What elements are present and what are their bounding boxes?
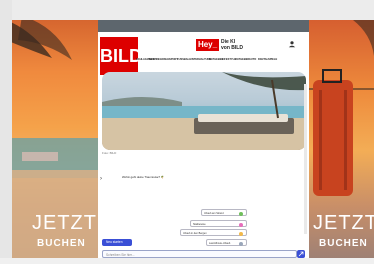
chat-input[interactable]: Schreiben Sie hier... xyxy=(102,250,297,258)
suggestion-label: Urlaub am Strand xyxy=(204,212,224,215)
image-caption: Foto: BILD xyxy=(102,151,117,155)
ad-left-headline: JETZT xyxy=(32,212,97,234)
hey-logo[interactable]: Hey_ xyxy=(196,39,219,51)
ad-right-cta: BUCHEN xyxy=(319,238,368,249)
ad-banner-right[interactable]: JETZT BUCHEN xyxy=(309,20,374,258)
plane-icon xyxy=(239,241,243,246)
suggestion-label: Städtereise xyxy=(193,223,206,226)
nav-item[interactable]: RATGEBER xyxy=(235,58,249,61)
ad-banner-left[interactable]: JETZT BUCHEN xyxy=(12,20,98,258)
scrollbar[interactable] xyxy=(304,84,307,234)
ad-right-headline: JETZT xyxy=(313,212,374,234)
account-icon[interactable] xyxy=(288,40,296,48)
palm-icon xyxy=(239,211,243,216)
nav-item[interactable]: REGIONAL xyxy=(156,58,170,61)
bild-logo[interactable]: BILD xyxy=(100,37,142,75)
suggestion-chip[interactable]: Urlaub am Strand xyxy=(201,209,247,216)
hero-image xyxy=(102,72,306,150)
browser-top-bar xyxy=(0,0,374,20)
browser-bottom-bar xyxy=(0,258,374,264)
suggestion-chip[interactable]: Städtereise xyxy=(190,220,247,227)
chevron-right-icon[interactable]: › xyxy=(100,176,102,182)
nav-item[interactable]: AUTO xyxy=(249,58,256,61)
beach-photo xyxy=(102,72,306,150)
chat-greeting: Wohin geht deine Traumreise? 🌴 xyxy=(122,175,165,179)
nav-item[interactable]: FUSSBALL xyxy=(177,58,191,61)
browser-left-bar xyxy=(0,0,12,264)
suggestion-label: Last-Minute-Urlaub xyxy=(209,242,231,245)
nav-item[interactable]: DIGITAL xyxy=(258,58,268,61)
mountain-icon xyxy=(239,231,243,236)
suggestion-chip[interactable]: Last-Minute-Urlaub xyxy=(206,239,247,246)
page-content: BILD Hey_ Die KI von BILD SCHLAGZEILE NE… xyxy=(98,32,309,258)
suggestion-label: Urlaub in den Bergen xyxy=(183,232,207,235)
send-icon xyxy=(298,251,304,257)
new-chat-button[interactable]: Neu starten xyxy=(102,239,132,246)
main-nav: SCHLAGZEILE NEWS REGIONAL SPORT FUSSBALL… xyxy=(134,58,309,68)
city-icon xyxy=(239,222,243,227)
hey-tagline-line2: von BILD xyxy=(221,45,243,51)
ad-left-cta: BUCHEN xyxy=(37,238,86,249)
send-button[interactable] xyxy=(297,250,305,258)
hey-tagline: Die KI von BILD xyxy=(221,39,243,51)
nav-item[interactable]: LIFESTYLE xyxy=(222,58,236,61)
suggestion-chip[interactable]: Urlaub in den Bergen xyxy=(180,229,247,236)
nav-item[interactable]: SPIELE xyxy=(268,58,277,61)
